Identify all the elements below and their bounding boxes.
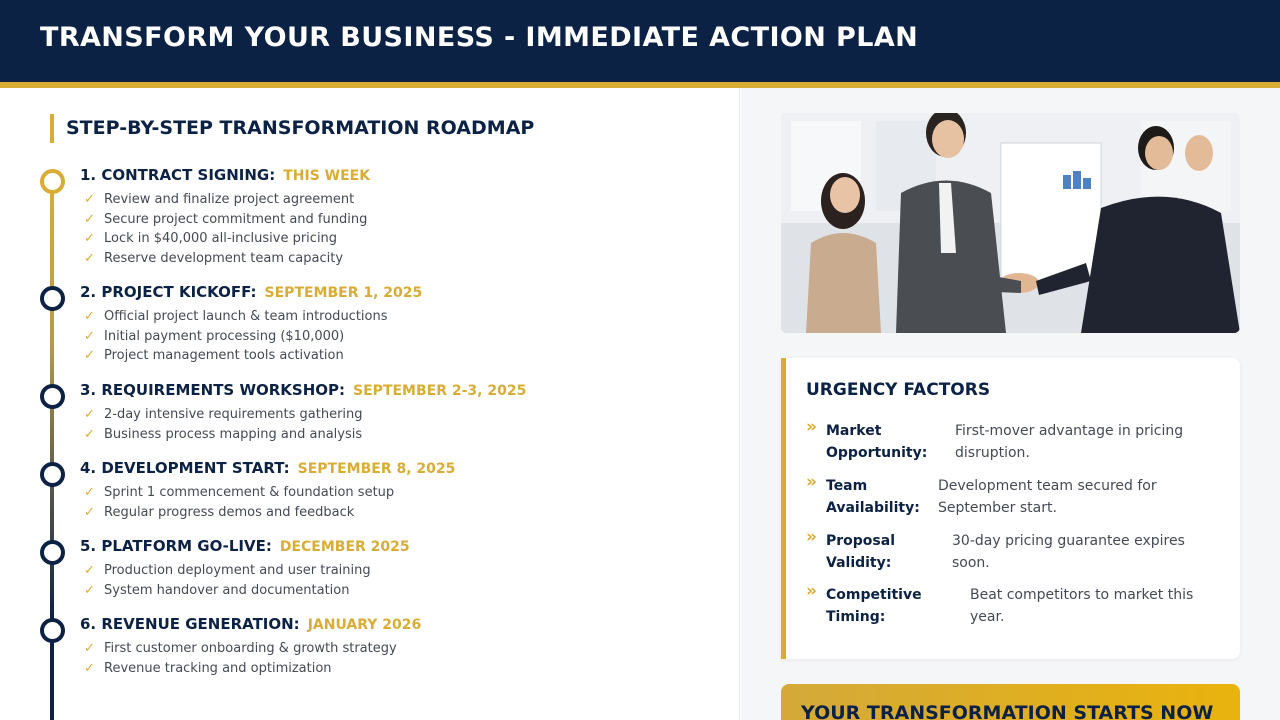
milestone-name: 2. PROJECT KICKOFF: xyxy=(80,283,257,301)
factor-label: Proposal Validity: xyxy=(826,533,896,571)
check-icon: ✓ xyxy=(84,211,95,227)
check-icon: ✓ xyxy=(84,563,95,578)
factor-label: Team Availability: xyxy=(826,478,920,516)
list-item: ✓ Reserve development team capacity xyxy=(84,249,367,269)
check-icon: ✓ xyxy=(84,485,95,500)
factor-label: Market Opportunity: xyxy=(826,423,928,461)
check-icon: ✓ xyxy=(84,504,95,520)
double-chevron-icon: » xyxy=(806,581,817,601)
check-icon: ✓ xyxy=(84,309,95,324)
item-text: 2-day intensive requirements gathering xyxy=(104,407,363,422)
item-text: Secure project commitment and funding xyxy=(104,211,368,227)
milestone-title: 3. REQUIREMENTS WORKSHOP: SEPTEMBER 2-3, … xyxy=(80,381,526,399)
business-handshake-photo xyxy=(781,113,1240,333)
milestone-date: JANUARY 2026 xyxy=(307,617,422,633)
factor-label: Competitive Timing: xyxy=(826,587,922,625)
item-text: Regular progress demos and feedback xyxy=(104,504,355,520)
sidebar-panel: URGENCY FACTORS » Market Opportunity: Fir… xyxy=(741,88,1280,720)
page-header: TRANSFORM YOUR BUSINESS - IMMEDIATE ACTI… xyxy=(0,0,1280,82)
handshake-illustration xyxy=(781,113,1240,333)
list-item: ✓ Lock in $40,000 all-inclusive pricing xyxy=(84,229,367,249)
milestone-items: ✓ Official project launch & team introduc… xyxy=(84,307,388,366)
item-text: Business process mapping and analysis xyxy=(104,426,363,442)
milestone-date: SEPTEMBER 2-3, 2025 xyxy=(353,383,527,399)
factor-text: 30-day pricing guarantee expires soon. xyxy=(952,533,1185,571)
factor-text: Beat competitors to market this year. xyxy=(970,587,1194,625)
list-item: ✓ System handover and documentation xyxy=(84,581,371,601)
check-icon: ✓ xyxy=(84,231,95,246)
list-item: ✓ 2-day intensive requirements gathering xyxy=(84,405,363,425)
milestone-items: ✓ Sprint 1 commencement & foundation setu… xyxy=(84,483,394,522)
milestone-date: SEPTEMBER 8, 2025 xyxy=(297,461,456,477)
check-icon: ✓ xyxy=(84,250,95,266)
item-text: Lock in $40,000 all-inclusive pricing xyxy=(104,231,338,246)
milestone-marker xyxy=(40,462,65,487)
list-item: ✓ Regular progress demos and feedback xyxy=(84,503,394,523)
milestone-title: 4. DEVELOPMENT START: SEPTEMBER 8, 2025 xyxy=(80,459,455,477)
item-text: Project management tools activation xyxy=(104,348,344,363)
milestone-date: DECEMBER 2025 xyxy=(279,539,410,555)
milestone-marker xyxy=(40,618,65,643)
cta-banner: YOUR TRANSFORMATION STARTS NOW xyxy=(781,684,1240,720)
double-chevron-icon: » xyxy=(806,417,817,437)
roadmap-panel: STEP-BY-STEP TRANSFORMATION ROADMAP 1. C… xyxy=(0,88,740,720)
milestone-name: 6. REVENUE GENERATION: xyxy=(80,615,300,633)
check-icon: ✓ xyxy=(84,582,95,598)
milestone-name: 5. PLATFORM GO-LIVE: xyxy=(80,537,272,555)
milestone-items: ✓ Review and finalize project agreement ✓… xyxy=(84,190,367,268)
double-chevron-icon: » xyxy=(806,527,817,547)
check-icon: ✓ xyxy=(84,641,95,656)
item-text: Review and finalize project agreement xyxy=(104,192,355,207)
check-icon: ✓ xyxy=(84,328,95,344)
milestone-items: ✓ Production deployment and user training… xyxy=(84,561,371,600)
list-item: ✓ Secure project commitment and funding xyxy=(84,210,367,230)
list-item: ✓ Revenue tracking and optimization xyxy=(84,659,397,679)
list-item: ✓ Sprint 1 commencement & foundation setu… xyxy=(84,483,394,503)
milestone-items: ✓ 2-day intensive requirements gathering … xyxy=(84,405,363,444)
list-item: ✓ First customer onboarding & growth stra… xyxy=(84,639,397,659)
urgency-title: URGENCY FACTORS xyxy=(806,380,991,400)
check-icon: ✓ xyxy=(84,426,95,442)
item-text: First customer onboarding & growth strat… xyxy=(104,641,397,656)
milestone-name: 1. CONTRACT SIGNING: xyxy=(80,166,276,184)
milestone-marker xyxy=(40,384,65,409)
check-icon: ✓ xyxy=(84,407,95,422)
milestone-name: 3. REQUIREMENTS WORKSHOP: xyxy=(80,381,346,399)
double-chevron-icon: » xyxy=(806,472,817,492)
roadmap-heading: STEP-BY-STEP TRANSFORMATION ROADMAP xyxy=(50,114,534,143)
milestone-title: 1. CONTRACT SIGNING: THIS WEEK xyxy=(80,166,370,184)
milestone-marker xyxy=(40,540,65,565)
milestone-date: SEPTEMBER 1, 2025 xyxy=(264,285,423,301)
check-icon: ✓ xyxy=(84,348,95,363)
milestone-title: 2. PROJECT KICKOFF: SEPTEMBER 1, 2025 xyxy=(80,283,422,301)
list-item: ✓ Initial payment processing ($10,000) xyxy=(84,327,388,347)
list-item: ✓ Production deployment and user training xyxy=(84,561,371,581)
urgency-factors-card: URGENCY FACTORS » Market Opportunity: Fir… xyxy=(781,358,1240,659)
item-text: Official project launch & team introduct… xyxy=(104,309,388,324)
check-icon: ✓ xyxy=(84,660,95,676)
item-text: Initial payment processing ($10,000) xyxy=(104,328,345,344)
item-text: Production deployment and user training xyxy=(104,563,371,578)
factor-text: First-mover advantage in pricing disrupti… xyxy=(955,423,1184,461)
list-item: ✓ Project management tools activation xyxy=(84,346,388,366)
check-icon: ✓ xyxy=(84,192,95,207)
milestone-name: 4. DEVELOPMENT START: xyxy=(80,459,290,477)
item-text: Sprint 1 commencement & foundation setup xyxy=(104,485,395,500)
milestone-marker xyxy=(40,286,65,311)
list-item: ✓ Official project launch & team introduc… xyxy=(84,307,388,327)
item-text: System handover and documentation xyxy=(104,582,350,598)
page-title: TRANSFORM YOUR BUSINESS - IMMEDIATE ACTI… xyxy=(40,22,919,53)
milestone-items: ✓ First customer onboarding & growth stra… xyxy=(84,639,397,678)
factor-text: Development team secured for September st… xyxy=(938,478,1157,516)
item-text: Revenue tracking and optimization xyxy=(104,660,332,676)
milestone-marker xyxy=(40,169,65,194)
milestone-date: THIS WEEK xyxy=(283,168,371,184)
milestone-title: 5. PLATFORM GO-LIVE: DECEMBER 2025 xyxy=(80,537,410,555)
cta-text: YOUR TRANSFORMATION STARTS NOW xyxy=(801,702,1214,720)
list-item: ✓ Business process mapping and analysis xyxy=(84,425,363,445)
list-item: ✓ Review and finalize project agreement xyxy=(84,190,367,210)
item-text: Reserve development team capacity xyxy=(104,250,344,266)
milestone-title: 6. REVENUE GENERATION: JANUARY 2026 xyxy=(80,615,421,633)
